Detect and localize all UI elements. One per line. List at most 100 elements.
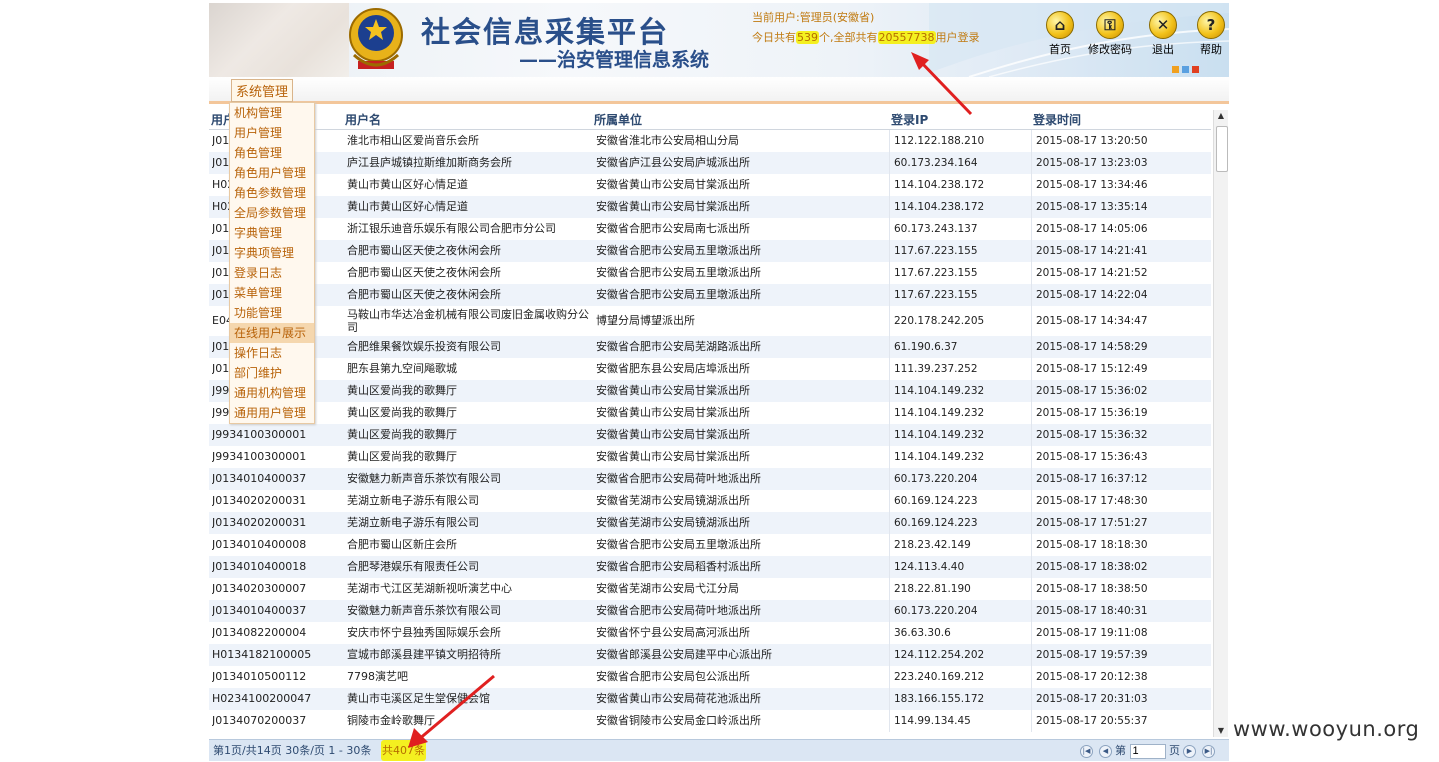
cell-id: J0134010400018 <box>212 560 307 573</box>
table-row[interactable]: J0134010400008 合肥市蜀山区新庄会所 安徽省合肥市公安局五里墩派出所 2… <box>209 534 1211 556</box>
table-row[interactable]: J0134010400018 合肥琴港娱乐有限责任公司 安徽省合肥市公安局稻香村派出… <box>209 556 1211 578</box>
cell-name: 宣城市郎溪县建平镇文明招待所 <box>347 648 501 661</box>
cell-ip: 114.99.134.45 <box>889 710 1031 732</box>
cell-time: 2015-08-17 18:38:50 <box>1031 578 1211 600</box>
menu-item[interactable]: 通用用户管理 <box>230 403 314 423</box>
login-table: 用户 用户名 所属单位 登录IP 登录时间 J01 淮北市相山区爱尚音乐会所 安徽省… <box>209 107 1211 739</box>
home-button[interactable]: ⌂ 首页 <box>1035 11 1085 57</box>
table-row[interactable]: H02 黄山市黄山区好心情足道 安徽省黄山市公安局甘棠派出所 114.104.238.… <box>209 174 1211 196</box>
next-page-icon[interactable]: ▶ <box>1183 744 1196 758</box>
cell-unit: 安徽省合肥市公安局五里墩派出所 <box>596 538 761 551</box>
cell-ip: 114.104.238.172 <box>889 174 1031 196</box>
menu-item[interactable]: 字典项管理 <box>230 243 314 263</box>
cell-unit: 安徽省合肥市公安局稻香村派出所 <box>596 560 761 573</box>
cell-name: 合肥维果餐饮娱乐投资有限公司 <box>347 340 501 353</box>
cell-unit: 安徽省黄山市公安局甘棠派出所 <box>596 450 750 463</box>
cell-ip: 114.104.238.172 <box>889 196 1031 218</box>
table-row[interactable]: J01 庐江县庐城镇拉斯维加斯商务会所 安徽省庐江县公安局庐城派出所 60.173.2… <box>209 152 1211 174</box>
menu-item[interactable]: 用户管理 <box>230 123 314 143</box>
cell-name: 合肥市蜀山区新庄会所 <box>347 538 457 551</box>
theme-red[interactable] <box>1192 66 1199 73</box>
table-row[interactable]: J9934100300001 黄山区爱尚我的歌舞厅 安徽省黄山市公安局甘棠派出所 11… <box>209 446 1211 468</box>
cell-name: 黄山市黄山区好心情足道 <box>347 178 468 191</box>
menu-item[interactable]: 操作日志 <box>230 343 314 363</box>
first-page-icon[interactable]: |◀ <box>1080 744 1093 758</box>
cell-id: J0134010400037 <box>212 604 307 617</box>
cell-time: 2015-08-17 13:20:50 <box>1031 130 1211 152</box>
table-row[interactable]: J0134020300007 芜湖市弋江区芜湖新视听演艺中心 安徽省芜湖市公安局弋江… <box>209 578 1211 600</box>
close-icon: ✕ <box>1149 11 1177 39</box>
table-row[interactable]: H0134182100005 宣城市郎溪县建平镇文明招待所 安徽省郎溪县公安局建平中… <box>209 644 1211 666</box>
column-unit[interactable]: 所属单位 <box>594 111 642 128</box>
menu-item[interactable]: 在线用户展示 <box>230 323 314 343</box>
menu-item[interactable]: 角色参数管理 <box>230 183 314 203</box>
theme-orange[interactable] <box>1172 66 1179 73</box>
menu-item[interactable]: 菜单管理 <box>230 283 314 303</box>
logout-label: 退出 <box>1152 43 1174 56</box>
menu-item[interactable]: 登录日志 <box>230 263 314 283</box>
menu-item[interactable]: 角色管理 <box>230 143 314 163</box>
scroll-thumb[interactable] <box>1216 126 1228 172</box>
column-username[interactable]: 用户名 <box>345 111 381 128</box>
menu-system-management[interactable]: 系统管理 <box>231 79 294 102</box>
pager-controls: |◀ ◀第 页▶ ▶| <box>1077 740 1218 761</box>
theme-blue[interactable] <box>1182 66 1189 73</box>
table-row[interactable]: J99 黄山区爱尚我的歌舞厅 安徽省黄山市公安局甘棠派出所 114.104.149.2… <box>209 402 1211 424</box>
cell-time: 2015-08-17 14:34:47 <box>1031 306 1211 336</box>
vertical-scrollbar[interactable]: ▲ ▼ <box>1213 110 1228 737</box>
menu-item[interactable]: 字典管理 <box>230 223 314 243</box>
table-row[interactable]: H0234100200047 黄山市屯溪区足生堂保健会馆 安徽省黄山市公安局荷花池派… <box>209 688 1211 710</box>
cell-unit: 安徽省黄山市公安局甘棠派出所 <box>596 428 750 441</box>
table-row[interactable]: J9934100300001 黄山区爱尚我的歌舞厅 安徽省黄山市公安局甘棠派出所 11… <box>209 424 1211 446</box>
cell-name: 肥东县第九空间飚歌城 <box>347 362 457 375</box>
cell-unit: 博望分局博望派出所 <box>596 314 695 327</box>
table-row[interactable]: J99 黄山区爱尚我的歌舞厅 安徽省黄山市公安局甘棠派出所 114.104.149.2… <box>209 380 1211 402</box>
column-login-ip[interactable]: 登录IP <box>891 111 928 128</box>
table-row[interactable]: J0134070200037 铜陵市金岭歌舞厅 安徽省铜陵市公安局金口岭派出所 114… <box>209 710 1211 732</box>
cell-unit: 安徽省黄山市公安局甘棠派出所 <box>596 384 750 397</box>
table-row[interactable]: J01 肥东县第九空间飚歌城 安徽省肥东县公安局店埠派出所 111.39.237.25… <box>209 358 1211 380</box>
table-row[interactable]: J01 合肥市蜀山区天使之夜休闲会所 安徽省合肥市公安局五里墩派出所 117.67.2… <box>209 284 1211 306</box>
menu-item[interactable]: 部门维护 <box>230 363 314 383</box>
table-row[interactable]: J0134082200004 安庆市怀宁县独秀国际娱乐会所 安徽省怀宁县公安局高河派… <box>209 622 1211 644</box>
cell-unit: 安徽省黄山市公安局荷花池派出所 <box>596 692 761 705</box>
system-subtitle: ——治安管理信息系统 <box>519 49 710 71</box>
menu-item[interactable]: 全局参数管理 <box>230 203 314 223</box>
column-login-time[interactable]: 登录时间 <box>1033 111 1081 128</box>
table-row[interactable]: J01 浙江银乐迪音乐娱乐有限公司合肥市分公司 安徽省合肥市公安局南七派出所 60.1… <box>209 218 1211 240</box>
table-row[interactable]: E04 马鞍山市华达冶金机械有限公司废旧金属收购分公司 博望分局博望派出所 220.1… <box>209 306 1211 336</box>
table-row[interactable]: J01 合肥市蜀山区天使之夜休闲会所 安徽省合肥市公安局五里墩派出所 117.67.2… <box>209 240 1211 262</box>
cell-ip: 218.22.81.190 <box>889 578 1031 600</box>
cell-unit: 安徽省合肥市公安局包公派出所 <box>596 670 750 683</box>
change-password-label: 修改密码 <box>1088 43 1132 56</box>
prev-page-icon[interactable]: ◀ <box>1099 744 1112 758</box>
menu-item[interactable]: 机构管理 <box>230 103 314 123</box>
table-row[interactable]: J01 淮北市相山区爱尚音乐会所 安徽省淮北市公安局相山分局 112.122.188.… <box>209 130 1211 152</box>
pager-summary: 第1页/共14页 30条/页 1 - 30条 <box>213 744 372 757</box>
logout-button[interactable]: ✕ 退出 <box>1138 11 1188 57</box>
table-row[interactable]: J0134020200031 芜湖立新电子游乐有限公司 安徽省芜湖市公安局镜湖派出所… <box>209 490 1211 512</box>
table-row[interactable]: J0134010400037 安徽魅力新声音乐茶饮有限公司 安徽省合肥市公安局荷叶地… <box>209 468 1211 490</box>
table-row[interactable]: H02 黄山市黄山区好心情足道 安徽省黄山市公安局甘棠派出所 114.104.238.… <box>209 196 1211 218</box>
menu-item[interactable]: 角色用户管理 <box>230 163 314 183</box>
cell-time: 2015-08-17 20:12:38 <box>1031 666 1211 688</box>
help-button[interactable]: ? 帮助 <box>1186 11 1229 57</box>
cell-ip: 60.173.220.204 <box>889 468 1031 490</box>
cell-name: 庐江县庐城镇拉斯维加斯商务会所 <box>347 156 512 169</box>
table-row[interactable]: J0134020200031 芜湖立新电子游乐有限公司 安徽省芜湖市公安局镜湖派出所… <box>209 512 1211 534</box>
table-row[interactable]: J01 合肥维果餐饮娱乐投资有限公司 安徽省合肥市公安局芜湖路派出所 61.190.6… <box>209 336 1211 358</box>
page-number-input[interactable] <box>1129 743 1166 759</box>
cell-time: 2015-08-17 15:36:02 <box>1031 380 1211 402</box>
menu-item[interactable]: 通用机构管理 <box>230 383 314 403</box>
change-password-button[interactable]: ⚿ 修改密码 <box>1085 11 1135 57</box>
scroll-up-icon[interactable]: ▲ <box>1214 110 1228 122</box>
table-row[interactable]: J0134010400037 安徽魅力新声音乐茶饮有限公司 安徽省合肥市公安局荷叶地… <box>209 600 1211 622</box>
table-row[interactable]: J01 合肥市蜀山区天使之夜休闲会所 安徽省合肥市公安局五里墩派出所 117.67.2… <box>209 262 1211 284</box>
table-row[interactable]: J0134010500112 7798演艺吧 安徽省合肥市公安局包公派出所 223.2… <box>209 666 1211 688</box>
menu-item[interactable]: 功能管理 <box>230 303 314 323</box>
cell-time: 2015-08-17 18:38:02 <box>1031 556 1211 578</box>
cell-name: 黄山市屯溪区足生堂保健会馆 <box>347 692 490 705</box>
cell-ip: 60.173.243.137 <box>889 218 1031 240</box>
scroll-down-icon[interactable]: ▼ <box>1214 725 1228 737</box>
last-page-icon[interactable]: ▶| <box>1202 744 1215 758</box>
